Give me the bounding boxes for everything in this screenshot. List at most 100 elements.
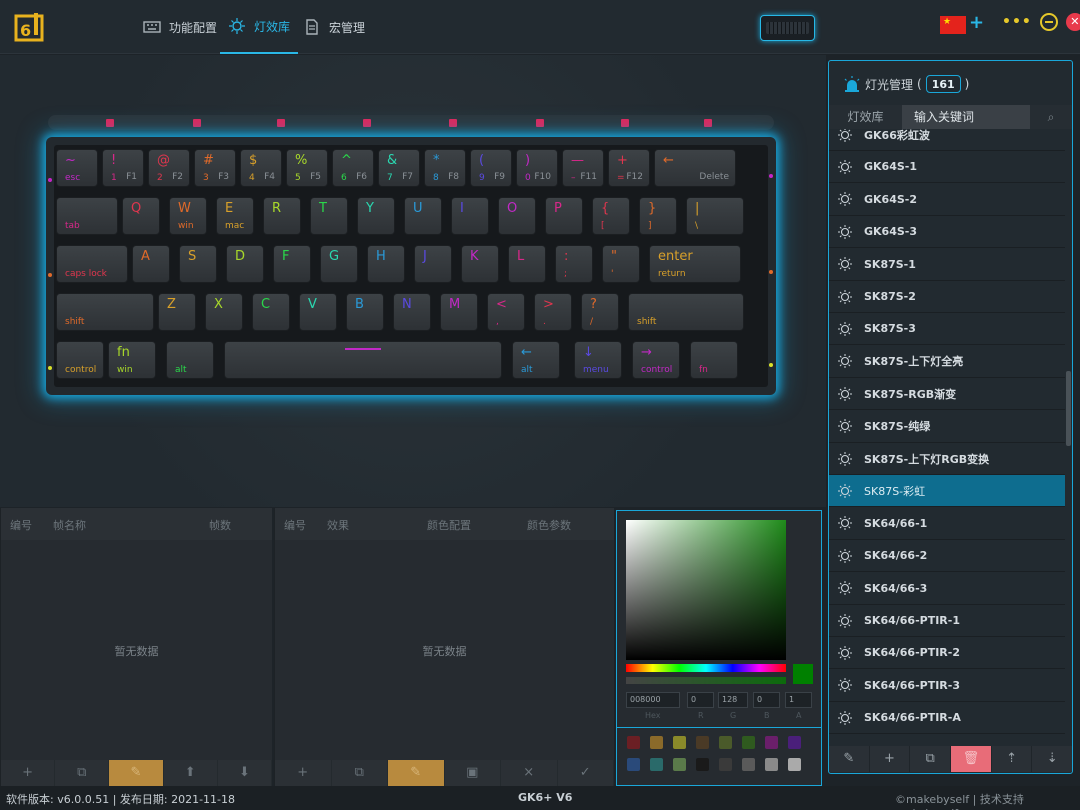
- keyboard-key[interactable]: V: [299, 293, 337, 331]
- color-swatch[interactable]: [742, 736, 755, 749]
- delete-light-button[interactable]: 🗑: [951, 746, 991, 772]
- alpha-slider[interactable]: [626, 677, 786, 684]
- light-effect-item[interactable]: SK87S-上下灯全亮: [829, 346, 1065, 378]
- light-effect-item[interactable]: SK87S-RGB渐变: [829, 378, 1065, 411]
- edit-light-button[interactable]: ✎: [829, 746, 869, 772]
- keyboard-key[interactable]: ? /: [581, 293, 619, 331]
- color-swatch[interactable]: [696, 736, 709, 749]
- keyboard-key[interactable]: S: [179, 245, 217, 283]
- delete-effect-button[interactable]: ×: [501, 760, 558, 786]
- add-light-button[interactable]: +: [869, 746, 910, 772]
- color-swatch[interactable]: [719, 736, 732, 749]
- keyboard-key[interactable]: ! 1 F1: [102, 149, 144, 187]
- color-swatch[interactable]: [765, 758, 778, 771]
- confirm-effect-button[interactable]: ✓: [558, 760, 614, 786]
- keyboard-key[interactable]: P: [545, 197, 583, 235]
- led-dot[interactable]: [449, 119, 457, 127]
- keyboard-key[interactable]: U: [404, 197, 442, 235]
- minimize-button[interactable]: [1039, 13, 1058, 31]
- tab-light-library[interactable]: 灯效库: [829, 105, 902, 129]
- color-swatch[interactable]: [788, 758, 801, 771]
- preview-effect-button[interactable]: ▣: [445, 760, 501, 786]
- led-dot[interactable]: [106, 119, 114, 127]
- keyboard-key[interactable]: alt: [166, 341, 214, 379]
- keyboard-key[interactable]: A: [132, 245, 170, 283]
- keyboard-key[interactable]: Q: [122, 197, 160, 235]
- keyboard-key[interactable]: Y: [357, 197, 395, 235]
- flag-cn-icon[interactable]: ★: [940, 16, 966, 34]
- keyboard-key[interactable]: shift: [628, 293, 744, 331]
- keyboard-key[interactable]: — – F11: [562, 149, 604, 187]
- add-frame-button[interactable]: +: [1, 760, 56, 786]
- keyboard-key[interactable]: L: [508, 245, 546, 283]
- hex-input[interactable]: 008000: [626, 692, 680, 708]
- add-effect-button[interactable]: +: [275, 760, 332, 786]
- light-effect-item[interactable]: SK87S-纯绿: [829, 411, 1065, 443]
- tab-light-effects[interactable]: 灯效库: [220, 0, 299, 54]
- light-effect-item[interactable]: SK64/66-PTIR-1: [829, 605, 1065, 637]
- close-button[interactable]: ✕: [1065, 13, 1080, 31]
- light-effect-item[interactable]: SK87S-1: [829, 249, 1065, 281]
- light-effect-item[interactable]: SK87S-3: [829, 313, 1065, 346]
- keyboard-key[interactable]: tab: [56, 197, 118, 235]
- keyboard-key[interactable]: ) 0 F10: [516, 149, 558, 187]
- color-swatch[interactable]: [650, 758, 663, 771]
- list-scrollbar[interactable]: [1066, 371, 1071, 446]
- light-effect-item[interactable]: GK64S-2: [829, 184, 1065, 216]
- keyboard-key[interactable]: ~ esc: [56, 149, 98, 187]
- keyboard-key[interactable]: H: [367, 245, 405, 283]
- keyboard-key[interactable]: fn win: [108, 341, 156, 379]
- light-effect-item[interactable]: SK64/66-3: [829, 573, 1065, 605]
- g-input[interactable]: 128: [718, 692, 748, 708]
- keyboard-key[interactable]: ← Delete: [654, 149, 736, 187]
- keyboard-key[interactable]: :;: [555, 245, 593, 283]
- keyboard-key[interactable]: Wwin: [169, 197, 207, 235]
- color-swatch[interactable]: [673, 736, 686, 749]
- edit-effect-button[interactable]: ✎: [388, 760, 445, 786]
- keyboard-key[interactable]: caps lock: [56, 245, 128, 283]
- light-effect-item[interactable]: GK64S-3: [829, 216, 1065, 249]
- keyboard-key[interactable]: I: [451, 197, 489, 235]
- keyboard-key[interactable]: D: [226, 245, 264, 283]
- copy-frame-button[interactable]: ⧉: [55, 760, 110, 786]
- copy-effect-button[interactable]: ⧉: [332, 760, 388, 786]
- light-effect-item[interactable]: SK87S-彩虹: [829, 475, 1065, 508]
- color-swatch[interactable]: [788, 736, 801, 749]
- keyboard-key[interactable]: C: [252, 293, 290, 331]
- keyboard-key[interactable]: Emac: [216, 197, 254, 235]
- b-input[interactable]: 0: [753, 692, 780, 708]
- light-effect-item[interactable]: SK64/66-1: [829, 508, 1065, 540]
- light-effect-item[interactable]: SK87S-上下灯RGB变换: [829, 443, 1065, 475]
- keyboard-key[interactable]: + = F12: [608, 149, 650, 187]
- color-swatch[interactable]: [765, 736, 778, 749]
- keyboard-key[interactable]: F: [273, 245, 311, 283]
- keyboard-key[interactable]: & 7 F7: [378, 149, 420, 187]
- keyboard-key[interactable]: [224, 341, 502, 379]
- tab-macro-manage[interactable]: 宏管理: [303, 0, 365, 54]
- color-swatch[interactable]: [627, 758, 640, 771]
- keyboard-key[interactable]: J: [414, 245, 452, 283]
- keyboard-key[interactable]: {[: [592, 197, 630, 235]
- a-input[interactable]: 1: [785, 692, 812, 708]
- keyboard-key[interactable]: ↓ menu: [574, 341, 622, 379]
- light-effect-item[interactable]: SK64/66-PTIR-3: [829, 670, 1065, 702]
- light-effect-item[interactable]: GK66彩虹波: [829, 129, 1065, 151]
- keyboard-key[interactable]: O: [498, 197, 536, 235]
- keyboard-key[interactable]: enter return: [649, 245, 741, 283]
- led-dot[interactable]: [621, 119, 629, 127]
- keyboard-key[interactable]: X: [205, 293, 243, 331]
- color-swatch[interactable]: [742, 758, 755, 771]
- keyboard-key[interactable]: shift: [56, 293, 154, 331]
- keyboard-key[interactable]: }]: [639, 197, 677, 235]
- keyboard-key[interactable]: | \: [686, 197, 744, 235]
- edit-frame-button[interactable]: ✎: [109, 760, 164, 786]
- keyboard-key[interactable]: $4 F4: [240, 149, 282, 187]
- keyboard-key[interactable]: control: [56, 341, 104, 379]
- light-effect-item[interactable]: SK64/66-2: [829, 540, 1065, 573]
- keyboard-key[interactable]: Z: [158, 293, 196, 331]
- color-swatch[interactable]: [650, 736, 663, 749]
- color-swatch[interactable]: [696, 758, 709, 771]
- keyboard-key[interactable]: R: [263, 197, 301, 235]
- saturation-value-area[interactable]: [626, 520, 786, 660]
- keyboard-key[interactable]: fn: [690, 341, 738, 379]
